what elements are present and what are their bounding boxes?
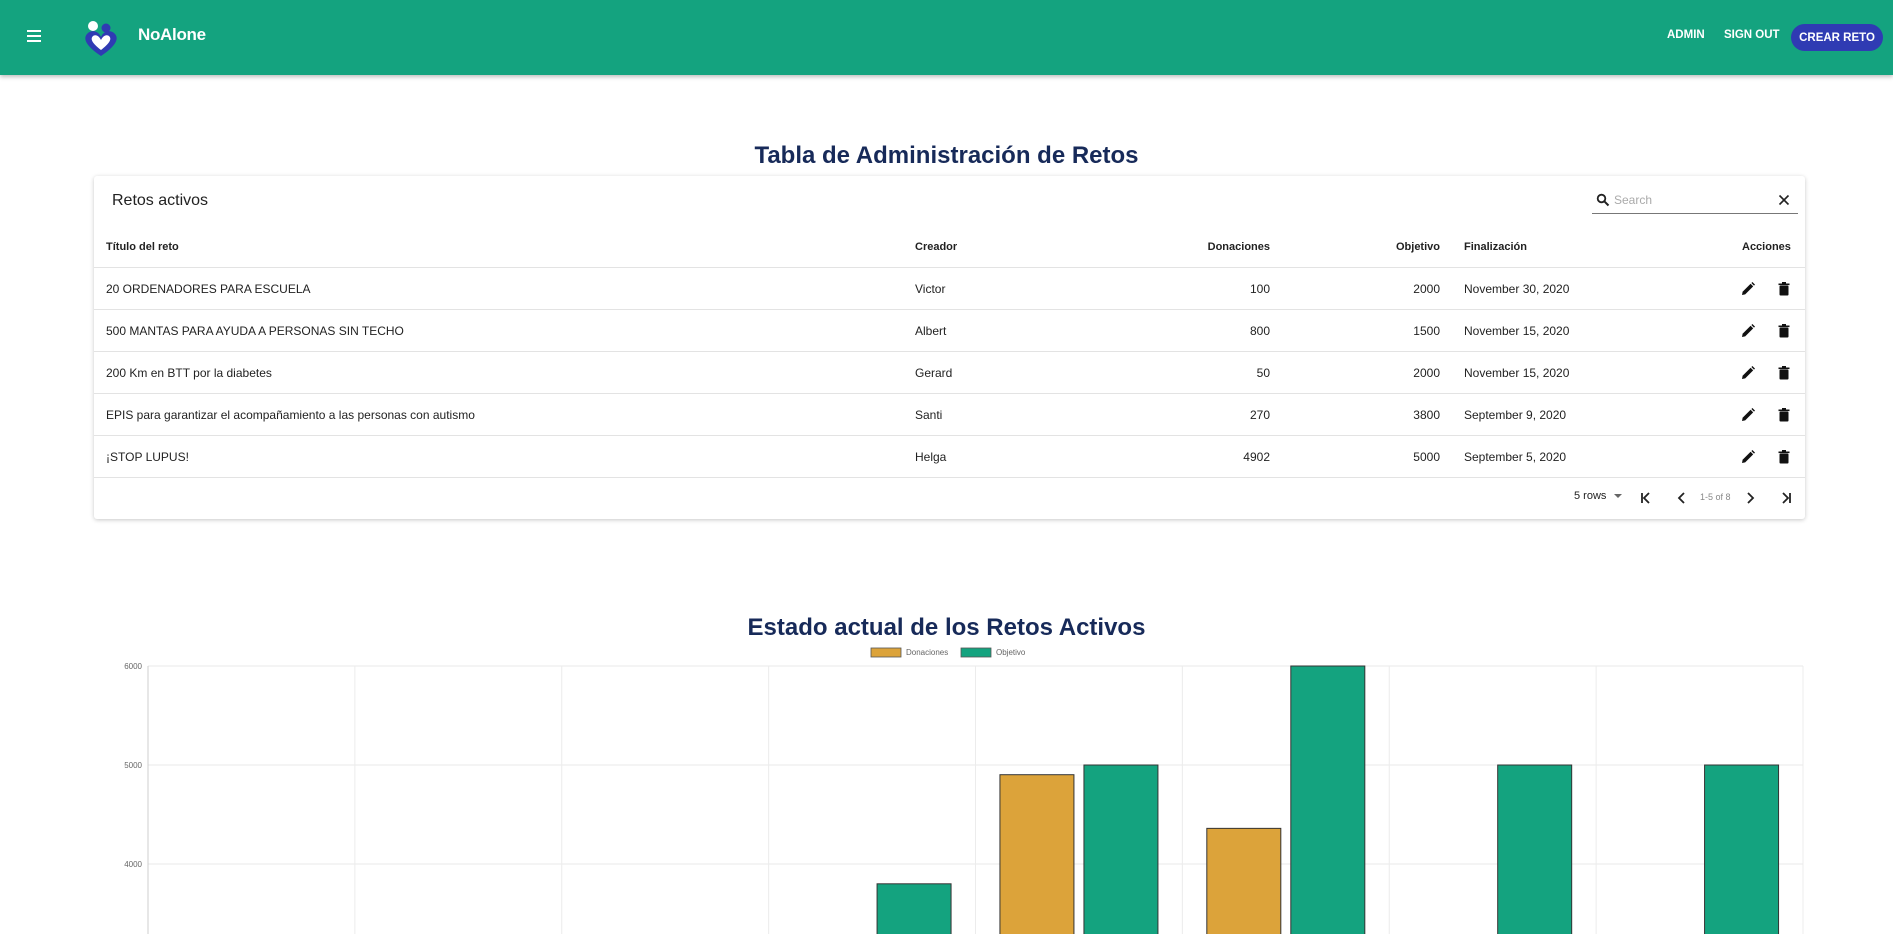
- column-header-end-date[interactable]: Finalización: [1464, 226, 1527, 268]
- chevron-down-icon: [1614, 494, 1623, 499]
- goal-cell: 5000: [1413, 450, 1440, 464]
- reto-title-cell: 200 Km en BTT por la diabetes: [106, 366, 272, 380]
- column-header-title[interactable]: Título del reto: [106, 226, 179, 268]
- delete-icon[interactable]: [1776, 407, 1792, 423]
- reto-title-cell: ¡STOP LUPUS!: [106, 450, 189, 464]
- reto-title-cell: 20 ORDENADORES PARA ESCUELA: [106, 282, 311, 296]
- bar-objetivo: [1704, 764, 1780, 934]
- donations-cell: 270: [1249, 408, 1270, 422]
- end-date-cell: September 9, 2020: [1464, 408, 1567, 422]
- column-header-donations[interactable]: Donaciones: [1006, 226, 1270, 268]
- creator-cell: Helga: [915, 450, 947, 464]
- bar-objetivo: [1497, 764, 1573, 934]
- bar-objetivo: [1083, 764, 1159, 934]
- table-row: ¡STOP LUPUS! Helga 4902 5000 September 5, 20…: [94, 436, 1805, 478]
- donations-cell: 800: [1249, 324, 1270, 338]
- creator-cell: Santi: [915, 408, 943, 422]
- bar-objetivo: [876, 883, 952, 934]
- goal-cell: 1500: [1413, 324, 1440, 338]
- sign-out-link[interactable]: SIGN OUT: [1724, 29, 1780, 41]
- goal-cell: 2000: [1413, 282, 1440, 296]
- delete-icon[interactable]: [1776, 281, 1792, 297]
- bar-donaciones: [1206, 827, 1282, 934]
- bar-donaciones: [999, 774, 1075, 934]
- search-box: [1592, 186, 1798, 214]
- last-page-icon[interactable]: [1778, 490, 1794, 506]
- legend-label: Donaciones: [906, 648, 948, 657]
- reto-title-cell: EPIS para garantizar el acompañamiento a…: [106, 408, 475, 422]
- search-icon: [1596, 193, 1610, 207]
- search-input[interactable]: [1614, 190, 1764, 210]
- edit-icon[interactable]: [1740, 281, 1756, 297]
- rows-per-page-select[interactable]: 5 rows: [1574, 490, 1623, 502]
- table-pagination: 5 rows 1-5 of 8: [94, 478, 1805, 518]
- brand-name[interactable]: NoAlone: [138, 25, 206, 45]
- column-header-creator[interactable]: Creador: [915, 226, 957, 268]
- delete-icon[interactable]: [1776, 365, 1792, 381]
- column-header-actions: Acciones: [1742, 241, 1791, 253]
- table-heading: Tabla de Administración de Retos: [754, 142, 1139, 169]
- edit-icon[interactable]: [1740, 407, 1756, 423]
- table-row: 200 Km en BTT por la diabetes Gerard 50 200…: [94, 352, 1805, 394]
- table-row: 500 MANTAS PARA AYUDA A PERSONAS SIN TEC…: [94, 310, 1805, 352]
- first-page-icon[interactable]: [1638, 490, 1654, 506]
- legend-swatch: [870, 647, 902, 658]
- edit-icon[interactable]: [1740, 323, 1756, 339]
- end-date-cell: November 30, 2020: [1464, 282, 1570, 296]
- rows-per-page-value: 5 rows: [1574, 490, 1607, 502]
- clear-search-icon[interactable]: [1778, 194, 1790, 206]
- creator-cell: Victor: [915, 282, 946, 296]
- y-tick-label: 5000: [124, 761, 142, 770]
- crear-reto-button[interactable]: CREAR RETO: [1791, 24, 1883, 51]
- donations-cell: 50: [1256, 366, 1270, 380]
- chart-heading: Estado actual de los Retos Activos: [747, 614, 1146, 641]
- goal-cell: 3800: [1413, 408, 1440, 422]
- edit-icon[interactable]: [1740, 365, 1756, 381]
- table-header-row: Título del reto Creador Donaciones Objet…: [94, 226, 1805, 268]
- end-date-cell: November 15, 2020: [1464, 366, 1570, 380]
- card-title: Retos activos: [112, 192, 209, 209]
- retos-table-card: Retos activos Título del reto Creador Do…: [94, 176, 1805, 519]
- delete-icon[interactable]: [1776, 323, 1792, 339]
- end-date-cell: September 5, 2020: [1464, 450, 1567, 464]
- y-tick-label: 4000: [124, 860, 142, 869]
- reto-title-cell: 500 MANTAS PARA AYUDA A PERSONAS SIN TEC…: [106, 324, 404, 338]
- end-date-cell: November 15, 2020: [1464, 324, 1570, 338]
- app-bar: NoAlone ADMIN SIGN OUT CREAR RETO: [0, 0, 1893, 75]
- table-row: 20 ORDENADORES PARA ESCUELA Victor 100 2000…: [94, 268, 1805, 310]
- bar-objetivo: [1290, 665, 1366, 934]
- legend-swatch: [960, 647, 992, 658]
- previous-page-icon[interactable]: [1674, 490, 1690, 506]
- creator-cell: Gerard: [915, 366, 953, 380]
- delete-icon[interactable]: [1776, 449, 1792, 465]
- heart-logo-icon: [85, 21, 117, 56]
- creator-cell: Albert: [915, 324, 947, 338]
- menu-icon[interactable]: [22, 24, 46, 48]
- pagination-range: 1-5 of 8: [1700, 492, 1731, 502]
- y-tick-label: 6000: [124, 662, 142, 671]
- nav-admin-link[interactable]: ADMIN: [1667, 29, 1705, 41]
- goal-cell: 2000: [1413, 366, 1440, 380]
- edit-icon[interactable]: [1740, 449, 1756, 465]
- next-page-icon[interactable]: [1742, 490, 1758, 506]
- column-header-goal[interactable]: Objetivo: [1274, 226, 1440, 268]
- table-row: EPIS para garantizar el acompañamiento a…: [94, 394, 1805, 436]
- legend-label: Objetivo: [996, 648, 1026, 657]
- donations-cell: 100: [1249, 282, 1270, 296]
- donations-cell: 4902: [1243, 450, 1270, 464]
- retos-bar-chart: 6000 5000 4000 Donaciones Objetivo: [124, 647, 1804, 934]
